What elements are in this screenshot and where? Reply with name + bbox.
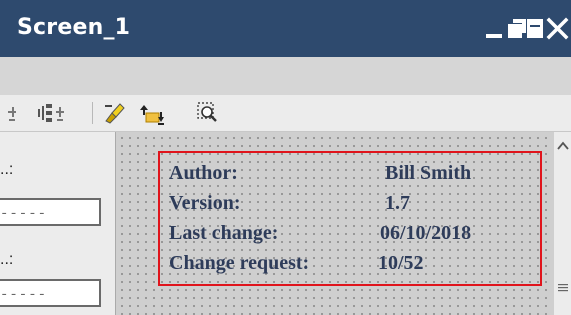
distribute-vertical-icon[interactable] bbox=[36, 101, 68, 125]
maximize-icon[interactable] bbox=[524, 15, 548, 41]
version-value: 1.7 bbox=[385, 192, 410, 214]
field-label-1: ..: bbox=[0, 161, 14, 178]
field-label-2: ..: bbox=[0, 251, 14, 268]
author-label: Author: bbox=[169, 162, 238, 184]
last-change-label: Last change: bbox=[169, 222, 279, 244]
window-title: Screen_1 bbox=[17, 15, 131, 40]
vertical-scrollbar[interactable] bbox=[553, 132, 571, 315]
change-request-value: 10/52 bbox=[378, 252, 424, 274]
author-value: Bill Smith bbox=[385, 162, 472, 184]
change-request-label: Change request: bbox=[169, 252, 310, 274]
window-titlebar: Screen_1 bbox=[0, 0, 571, 57]
text-field-1-value: ----- bbox=[0, 206, 48, 222]
info-text-box[interactable]: Author: Bill Smith Version: 1.7 Last cha… bbox=[158, 151, 542, 286]
toolbar bbox=[0, 95, 571, 132]
close-icon[interactable] bbox=[546, 15, 570, 41]
scroll-grip-icon[interactable] bbox=[557, 280, 569, 298]
toolbar-separator bbox=[92, 102, 93, 124]
distribute-horizontal-icon[interactable] bbox=[6, 101, 34, 125]
format-painter-icon[interactable] bbox=[102, 101, 126, 125]
last-change-value: 06/10/2018 bbox=[380, 222, 472, 244]
zoom-selection-icon[interactable] bbox=[196, 101, 220, 125]
text-field-2-value: ----- bbox=[0, 287, 48, 303]
text-field-2[interactable]: ----- bbox=[0, 279, 101, 307]
version-label: Version: bbox=[169, 192, 241, 214]
properties-panel: ..: ----- ..: ----- bbox=[0, 132, 116, 315]
menu-band bbox=[0, 57, 571, 95]
scroll-up-icon[interactable] bbox=[557, 138, 569, 156]
minimize-icon[interactable] bbox=[483, 15, 507, 41]
text-field-1[interactable]: ----- bbox=[0, 198, 101, 226]
bring-to-front-icon[interactable] bbox=[138, 101, 168, 125]
